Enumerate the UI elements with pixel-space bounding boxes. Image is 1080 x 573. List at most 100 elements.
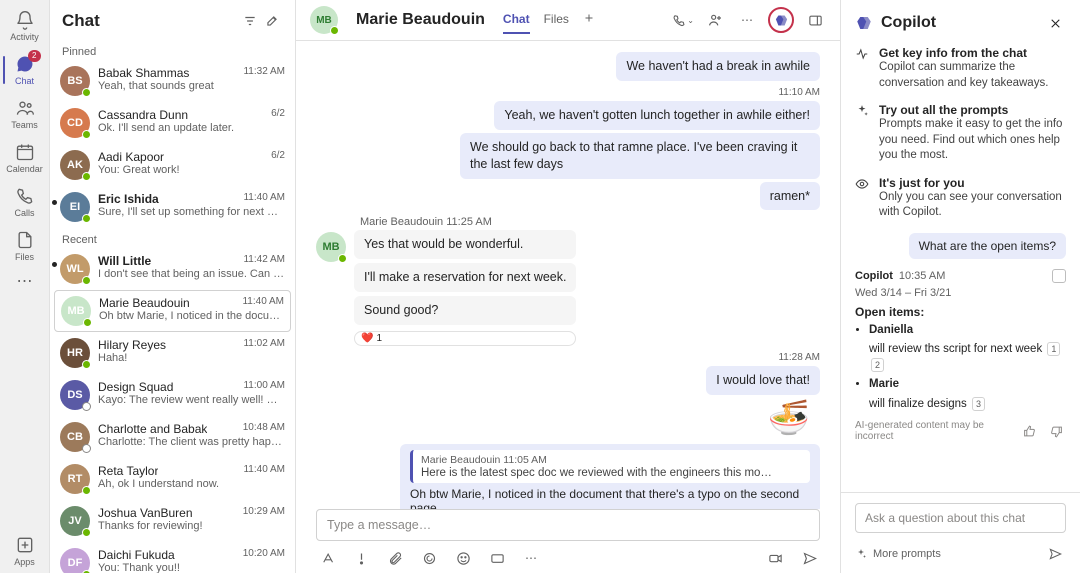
chat-row[interactable]: CBCharlotte and Babak10:48 AMCharlotte: … (50, 416, 295, 458)
chat-row[interactable]: RTReta Taylor11:40 AMAh, ok I understand… (50, 458, 295, 500)
rail-activity[interactable]: Activity (3, 4, 47, 48)
ellipsis-icon: ⋯ (17, 274, 33, 290)
citation[interactable]: 1 (1047, 342, 1060, 356)
more-compose-button[interactable]: ⋯ (520, 547, 542, 569)
tab-add[interactable] (583, 6, 595, 34)
video-clip-button[interactable] (764, 547, 786, 569)
chat-preview: Haha! (98, 352, 285, 364)
chat-name: Will Little (98, 254, 151, 268)
message-in[interactable]: Yes that would be wonderful. (354, 230, 576, 259)
reply-message[interactable]: Marie Beaudouin 11:05 AM Here is the lat… (400, 444, 820, 509)
attach-button[interactable] (384, 547, 406, 569)
copilot-close-button[interactable] (1044, 12, 1066, 34)
sender-avatar[interactable]: MB (316, 232, 346, 262)
copy-response-button[interactable] (1052, 269, 1066, 283)
message-out[interactable]: I would love that! (706, 366, 820, 395)
gif-button[interactable] (486, 547, 508, 569)
ramen-emoji: 🍜 (316, 398, 810, 438)
reply-body: Oh btw Marie, I noticed in the document … (410, 487, 810, 509)
avatar: DF (60, 548, 90, 573)
message-out[interactable]: Yeah, we haven't gotten lunch together i… (494, 101, 820, 130)
avatar: DS (60, 380, 90, 410)
citation[interactable]: 3 (972, 397, 985, 411)
copilot-highlight: Try out all the promptsPrompts make it e… (855, 103, 1066, 164)
chat-time: 11:40 AM (243, 464, 285, 478)
chat-preview: Kayo: The review went really well! Can't… (98, 394, 285, 406)
chat-time: 10:29 AM (243, 506, 285, 520)
format-button[interactable] (316, 547, 338, 569)
message-in[interactable]: I'll make a reservation for next week. (354, 263, 576, 292)
chat-row[interactable]: AKAadi Kapoor6/2You: Great work! (50, 144, 295, 186)
rail-chat[interactable]: 2 Chat (3, 48, 47, 92)
open-item: Marie will finalize designs 3 (869, 377, 1066, 412)
thumbs-up-icon (1023, 425, 1036, 438)
panel-icon (808, 13, 823, 28)
highlight-icon (855, 176, 871, 221)
tab-chat[interactable]: Chat (503, 6, 530, 34)
files-icon (15, 230, 35, 250)
message-out[interactable]: We haven't had a break in awhile (616, 52, 820, 81)
chat-row[interactable]: BSBabak Shammas11:32 AMYeah, that sounds… (50, 60, 295, 102)
citation[interactable]: 2 (871, 358, 884, 372)
chat-row[interactable]: EIEric Ishida11:40 AMSure, I'll set up s… (50, 186, 295, 228)
open-pane-button[interactable] (804, 9, 826, 31)
new-chat-button[interactable] (261, 10, 283, 32)
rail-apps[interactable]: Apps (3, 529, 47, 573)
rail-more[interactable]: ⋯ (3, 268, 47, 296)
priority-button[interactable] (350, 547, 372, 569)
chat-preview: Oh btw Marie, I noticed in the document … (99, 310, 284, 322)
rail-label: Activity (10, 32, 39, 42)
emoji-button[interactable] (452, 547, 474, 569)
chat-row[interactable]: HRHilary Reyes11:02 AMHaha! (50, 332, 295, 374)
chat-row[interactable]: DFDaichi Fukuda10:20 AMYou: Thank you!! (50, 542, 295, 573)
rail-label: Chat (15, 76, 34, 86)
chat-row[interactable]: WLWill Little11:42 AMI don't see that be… (50, 248, 295, 290)
people-add-button[interactable] (704, 9, 726, 31)
filter-button[interactable] (239, 10, 261, 32)
copilot-user-question[interactable]: What are the open items? (909, 233, 1066, 259)
chat-row[interactable]: MBMarie Beaudouin11:40 AMOh btw Marie, I… (54, 290, 291, 332)
avatar: RT (60, 464, 90, 494)
loop-button[interactable] (418, 547, 440, 569)
chat-row[interactable]: JVJoshua VanBuren10:29 AMThanks for revi… (50, 500, 295, 542)
copilot-toggle-button[interactable] (768, 7, 794, 33)
avatar: HR (60, 338, 90, 368)
copilot-title: Copilot (881, 14, 1036, 32)
rail-teams[interactable]: Teams (3, 92, 47, 136)
conversation-avatar[interactable]: MB (310, 6, 338, 34)
message-list: We haven't had a break in awhile 11:10 A… (296, 41, 840, 509)
chat-preview: Sure, I'll set up something for next wee… (98, 206, 285, 218)
rail-calls[interactable]: Calls (3, 180, 47, 224)
tab-files[interactable]: Files (544, 6, 569, 34)
sparkle-icon (855, 548, 867, 560)
copilot-send-button[interactable] (1044, 543, 1066, 565)
chat-time: 11:42 AM (243, 254, 285, 268)
rail-calendar[interactable]: Calendar (3, 136, 47, 180)
message-out[interactable]: ramen* (760, 182, 820, 211)
message-out[interactable]: We should go back to that ramne place. I… (460, 133, 820, 179)
message-group-header: Marie Beaudouin 11:25 AM (360, 216, 820, 228)
more-button[interactable]: ⋯ (736, 9, 758, 31)
thumbs-down-icon (1050, 425, 1063, 438)
quoted-message[interactable]: Marie Beaudouin 11:05 AM Here is the lat… (410, 450, 810, 483)
open-items-heading: Open items: (855, 305, 1066, 319)
reaction-heart[interactable]: ❤️1 (354, 331, 576, 346)
chat-name: Design Squad (98, 380, 173, 394)
chat-row[interactable]: CDCassandra Dunn6/2Ok. I'll send an upda… (50, 102, 295, 144)
thumbs-up-button[interactable] (1020, 420, 1039, 442)
avatar: WL (60, 254, 90, 284)
avatar: JV (60, 506, 90, 536)
avatar: MB (61, 296, 91, 326)
copilot-input[interactable]: Ask a question about this chat (855, 503, 1066, 533)
avatar: CD (60, 108, 90, 138)
message-in[interactable]: Sound good? (354, 296, 576, 325)
more-prompts-link[interactable]: More prompts (873, 548, 941, 560)
send-button[interactable] (798, 547, 820, 569)
rail-files[interactable]: Files (3, 224, 47, 268)
chat-row[interactable]: DSDesign Squad11:00 AMKayo: The review w… (50, 374, 295, 416)
thumbs-down-button[interactable] (1047, 420, 1066, 442)
compose-input[interactable]: Type a message… (316, 509, 820, 541)
call-button[interactable]: ⌄ (672, 9, 694, 31)
send-icon (802, 551, 817, 566)
emoji-icon (456, 551, 471, 566)
